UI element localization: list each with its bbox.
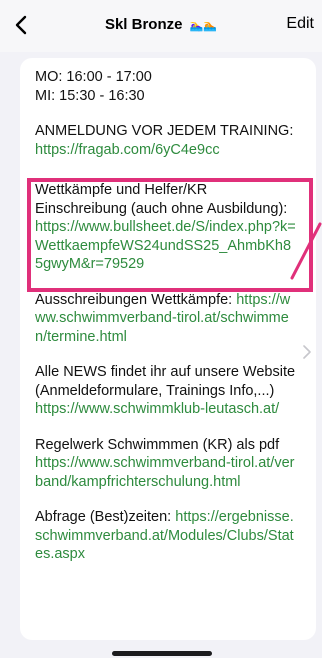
rules-block: Regelwerk Schwimmmen (KR) als pdf https:… [35,436,297,492]
competition-signup-link[interactable]: https://www.bullsheet.de/S/index.php?k=W… [35,219,296,272]
edit-button[interactable]: Edit [286,15,314,33]
training-time-line: MO: 16:00 - 17:00 [35,69,152,85]
chat-title: Skl Bronze 🏊‍♀️🏊 [0,16,322,33]
competition-announcements-wrap: Ausschreibungen Wettkämpfe: https://www.… [35,291,297,347]
swimmer-emoji: 🏊‍♀️🏊 [189,19,218,32]
description-card: MO: 16:00 - 17:00 MI: 15:30 - 16:30 ANME… [20,58,316,640]
registration-block: ANMELDUNG VOR JEDEM TRAINING: https://fr… [35,122,297,159]
competition-signup-text-wrap: Wettkämpfe und Helfer/KR Einschreibung (… [35,181,297,274]
annotation-arrow-icon [290,222,322,280]
registration-text: ANMELDUNG VOR JEDEM TRAINING: [35,123,294,139]
best-times-wrap: Abfrage (Best)zeiten: https://ergebnisse… [35,508,297,564]
news-link[interactable]: https://www.schwimmklub-leutasch.at/ [35,400,297,419]
description-text: MO: 16:00 - 17:00 MI: 15:30 - 16:30 ANME… [35,68,297,581]
best-times-block: Abfrage (Best)zeiten: https://ergebnisse… [35,508,297,564]
navigation-bar: Skl Bronze 🏊‍♀️🏊 Edit [0,0,322,52]
competition-signup-block: Wettkämpfe und Helfer/KR Einschreibung (… [35,181,297,274]
competition-signup-text: Wettkämpfe und Helfer/KR Einschreibung (… [35,182,288,217]
news-block: Alle NEWS findet ihr auf unsere Website … [35,363,297,419]
chevron-right-icon[interactable] [302,345,312,359]
rules-link[interactable]: https://www.schwimmverband-tirol.at/verb… [35,454,297,491]
chat-title-text: Skl Bronze [104,16,183,33]
training-times: MO: 16:00 - 17:00 MI: 15:30 - 16:30 [35,68,297,105]
rules-text: Regelwerk Schwimmmen (KR) als pdf [35,436,280,453]
registration-link[interactable]: https://fragab.com/6yC4e9cc [35,141,297,160]
home-indicator [112,651,212,656]
competition-announcements-text: Ausschreibungen Wettkämpfe: [35,291,233,308]
news-text: Alle NEWS findet ihr auf unsere Website … [35,364,296,399]
best-times-text: Abfrage (Best)zeiten: [35,509,172,525]
training-time-line: MI: 15:30 - 16:30 [35,87,145,104]
competition-announcements-block: Ausschreibungen Wettkämpfe: https://www.… [35,291,297,347]
